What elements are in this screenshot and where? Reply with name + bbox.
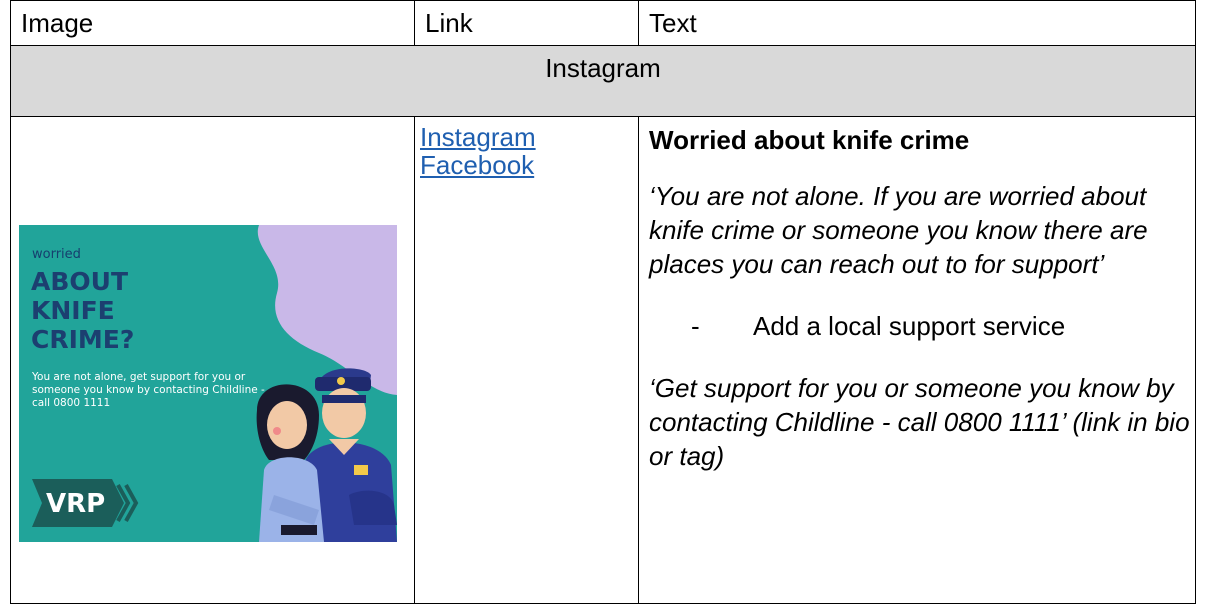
header-image: Image [10, 0, 415, 46]
bullet-dash: - [691, 311, 700, 341]
vrp-logo: VRP [32, 479, 139, 527]
poster-body-text: You are not alone, get support for you o… [32, 371, 265, 409]
document-page: Image Link Text Instagram VRP worried AB… [0, 0, 1205, 604]
campaign-poster-image: VRP worried ABOUT KNIFE CRIME? You are n… [19, 225, 397, 542]
post-title: Worried about knife crime [649, 125, 970, 155]
header-row: Image Link Text [10, 0, 1196, 46]
instagram-link[interactable]: Instagram [420, 123, 638, 151]
poster-headline-line: KNIFE [31, 296, 115, 325]
bullet-text: Add a local support service [753, 311, 1066, 341]
post-quote-2: ‘Get support for you or someone you know… [649, 373, 1190, 471]
poster-headline-line: CRIME? [31, 325, 135, 354]
content-row: VRP worried ABOUT KNIFE CRIME? You are n… [10, 116, 1196, 604]
header-text: Text [638, 0, 1196, 46]
poster-small-heading: worried [32, 247, 81, 262]
link-cell: Instagram Facebook [414, 116, 639, 604]
campaign-table: Image Link Text Instagram VRP worried AB… [10, 0, 1196, 604]
header-link: Link [414, 0, 639, 46]
section-row: Instagram [10, 45, 1196, 117]
vrp-logo-text: VRP [46, 489, 105, 519]
poster-headline: ABOUT KNIFE CRIME? [31, 267, 134, 354]
text-cell: Worried about knife crime ‘You are not a… [638, 116, 1196, 604]
post-quote-1: ‘You are not alone. If you are worried a… [649, 181, 1148, 279]
facebook-link[interactable]: Facebook [420, 151, 638, 179]
section-title: Instagram [10, 45, 1196, 117]
image-cell: VRP worried ABOUT KNIFE CRIME? You are n… [10, 116, 415, 604]
poster-headline-line: ABOUT [31, 267, 129, 296]
bullet-item: - Add a local support service [649, 309, 1195, 343]
